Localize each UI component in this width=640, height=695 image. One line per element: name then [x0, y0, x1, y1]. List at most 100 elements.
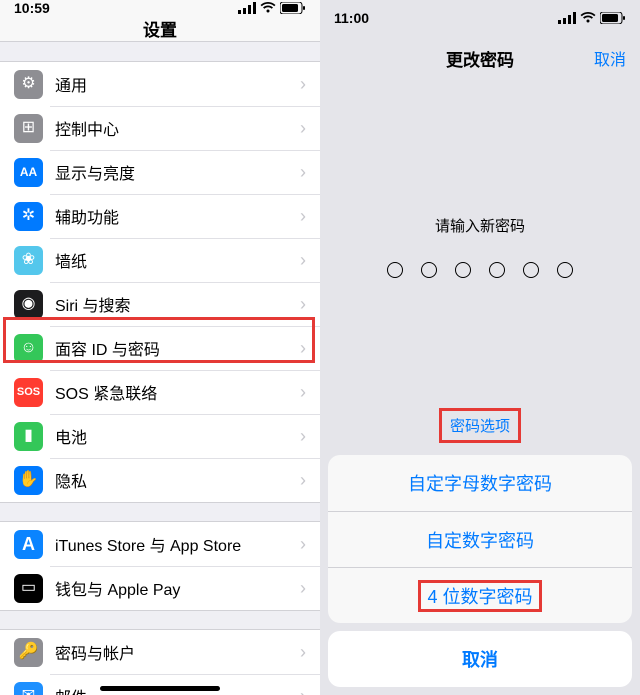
settings-row-priv[interactable]: ✋ 隐私› — [0, 458, 320, 502]
status-bar: 11:00 — [320, 0, 640, 36]
passcode-dots — [387, 262, 573, 278]
general-icon: ⚙ — [14, 70, 43, 99]
settings-row-mail[interactable]: ✉邮件› — [0, 674, 320, 695]
group-separator — [0, 502, 320, 522]
nav-cancel-button[interactable]: 取消 — [594, 46, 626, 70]
settings-row-sos[interactable]: SOS SOS 紧急联络› — [0, 370, 320, 414]
change-passcode-screen: 11:00 更改密码 取消 请输入新密码 密码选项 — [320, 0, 640, 695]
option-label: 4 位数字密码 — [427, 587, 532, 607]
chevron-right-icon: › — [300, 118, 306, 139]
battery-icon — [280, 2, 306, 14]
chevron-right-icon: › — [300, 206, 306, 227]
nav-title: 设置 — [143, 16, 177, 41]
access-icon: ✲ — [14, 202, 43, 231]
nav-bar: 设置 — [0, 16, 320, 42]
row-label: 显示与亮度 — [55, 160, 300, 184]
chevron-right-icon: › — [300, 642, 306, 663]
chevron-right-icon: › — [300, 338, 306, 359]
wallet-icon: ▭ — [14, 574, 43, 603]
row-label: 隐私 — [55, 468, 300, 492]
option-custom-alphanumeric[interactable]: 自定字母数字密码 — [328, 455, 632, 511]
status-bar: 10:59 — [0, 0, 320, 16]
chevron-right-icon: › — [300, 426, 306, 447]
priv-icon: ✋ — [14, 466, 43, 495]
row-label: SOS 紧急联络 — [55, 380, 300, 404]
action-sheet-cancel[interactable]: 取消 — [328, 631, 632, 687]
status-indicators — [238, 2, 306, 14]
passcode-dot — [489, 262, 505, 278]
battery-icon — [600, 12, 626, 24]
batt-icon: ▮ — [14, 422, 43, 451]
signal-icon — [238, 2, 256, 14]
group-separator — [0, 610, 320, 630]
signal-icon — [558, 12, 576, 24]
wifi-icon — [580, 12, 596, 24]
passcode-dot — [387, 262, 403, 278]
control-icon: ⊞ — [14, 114, 43, 143]
settings-row-display[interactable]: AA 显示与亮度› — [0, 150, 320, 194]
passcode-options-link[interactable]: 密码选项 — [450, 418, 510, 435]
settings-row-face[interactable]: ☺ 面容 ID 与密码› — [0, 326, 320, 370]
row-label: Siri 与搜索 — [55, 292, 300, 316]
option-custom-numeric[interactable]: 自定数字密码 — [328, 511, 632, 567]
pass-icon: 🔑 — [14, 638, 43, 667]
passcode-prompt: 请输入新密码 — [435, 215, 525, 236]
settings-row-control[interactable]: ⊞ 控制中心› — [0, 106, 320, 150]
chevron-right-icon: › — [300, 470, 306, 491]
row-label: 电池 — [55, 424, 300, 448]
settings-row-wallet[interactable]: ▭ 钱包与 Apple Pay› — [0, 566, 320, 610]
mail-icon: ✉ — [14, 682, 43, 695]
wifi-icon — [260, 2, 276, 14]
chevron-right-icon: › — [300, 250, 306, 271]
option-4-digit[interactable]: 4 位数字密码 — [328, 567, 632, 623]
row-label: 辅助功能 — [55, 204, 300, 228]
option-label: 自定数字密码 — [426, 527, 534, 553]
settings-row-wall[interactable]: ❀ 墙纸› — [0, 238, 320, 282]
action-sheet-options: 自定字母数字密码 自定数字密码 4 位数字密码 — [328, 455, 632, 623]
display-icon: AA — [14, 158, 43, 187]
sos-icon: SOS — [14, 378, 43, 407]
row-label: 控制中心 — [55, 116, 300, 140]
chevron-right-icon: › — [300, 294, 306, 315]
group-separator — [0, 42, 320, 62]
chevron-right-icon: › — [300, 162, 306, 183]
wall-icon: ❀ — [14, 246, 43, 275]
row-label: 面容 ID 与密码 — [55, 336, 300, 360]
highlight-4-digit-option: 4 位数字密码 — [418, 580, 541, 612]
passcode-dot — [455, 262, 471, 278]
chevron-right-icon: › — [300, 74, 306, 95]
settings-row-siri[interactable]: ◉ Siri 与搜索› — [0, 282, 320, 326]
face-icon: ☺ — [14, 334, 43, 363]
passcode-dot — [523, 262, 539, 278]
chevron-right-icon: › — [300, 686, 306, 695]
row-label: 钱包与 Apple Pay — [55, 576, 300, 600]
siri-icon: ◉ — [14, 290, 43, 319]
settings-row-store[interactable]: AiTunes Store 与 App Store› — [0, 522, 320, 566]
settings-row-general[interactable]: ⚙ 通用› — [0, 62, 320, 106]
settings-row-access[interactable]: ✲ 辅助功能› — [0, 194, 320, 238]
option-label: 自定字母数字密码 — [408, 470, 552, 496]
action-sheet: 自定字母数字密码 自定数字密码 4 位数字密码 取消 — [328, 455, 632, 687]
settings-row-pass[interactable]: 🔑 密码与帐户› — [0, 630, 320, 674]
row-label: 通用 — [55, 72, 300, 96]
nav-bar: 更改密码 取消 — [320, 36, 640, 80]
nav-title: 更改密码 — [446, 46, 514, 71]
chevron-right-icon: › — [300, 578, 306, 599]
status-time: 11:00 — [334, 10, 369, 26]
passcode-dot — [557, 262, 573, 278]
store-icon: A — [14, 530, 43, 559]
row-label: 墙纸 — [55, 248, 300, 272]
settings-row-batt[interactable]: ▮ 电池› — [0, 414, 320, 458]
chevron-right-icon: › — [300, 382, 306, 403]
settings-screen: 10:59 设置 ⚙通用›⊞控制中心›AA显示与亮度›✲辅助功能›❀墙纸›◉Si… — [0, 0, 320, 695]
settings-list: ⚙通用›⊞控制中心›AA显示与亮度›✲辅助功能›❀墙纸›◉Siri 与搜索›☺面… — [0, 42, 320, 695]
status-indicators — [558, 12, 626, 24]
passcode-dot — [421, 262, 437, 278]
home-indicator — [100, 686, 220, 691]
row-label: iTunes Store 与 App Store — [55, 532, 300, 556]
cancel-label: 取消 — [462, 646, 498, 672]
status-time: 10:59 — [14, 0, 50, 16]
chevron-right-icon: › — [300, 534, 306, 555]
highlight-passcode-options: 密码选项 — [439, 408, 521, 443]
row-label: 密码与帐户 — [55, 640, 300, 664]
